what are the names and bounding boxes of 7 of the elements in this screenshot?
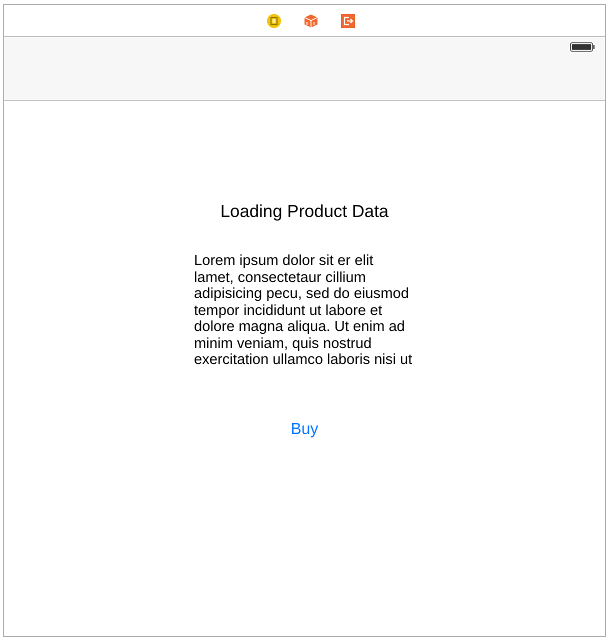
screen-title: Loading Product Data (220, 201, 389, 221)
battery-icon (570, 42, 595, 52)
buy-button[interactable]: Buy (286, 418, 322, 442)
exit-icon[interactable] (340, 14, 354, 28)
cube-icon[interactable] (304, 14, 318, 28)
view-controller-icon[interactable] (266, 14, 280, 28)
description-text-view: Lorem ipsum dolor sit er elit lamet, consectetaur cillium adipisicing pecu, sed do eiusmod tempor incididunt ut labore et dolore magna aliqua. Ut enim ad minim veniam, quis nostrud exercitation ullamco laboris nisi ut (194, 253, 414, 370)
